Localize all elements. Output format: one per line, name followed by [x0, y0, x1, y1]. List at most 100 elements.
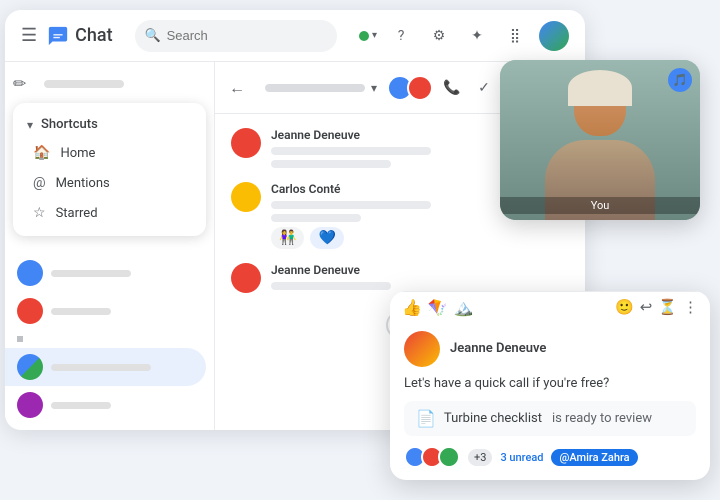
video-background: 🎵 You — [500, 60, 700, 220]
grid-button[interactable]: ⣿ — [501, 22, 529, 50]
sidebar-item-active[interactable] — [5, 348, 206, 386]
notification-sender-avatar — [404, 331, 440, 367]
msg-sender-2: Carlos Conté — [271, 182, 431, 196]
notification-avatar-group — [404, 446, 460, 468]
shortcut-item-mentions[interactable]: @ Mentions — [13, 168, 206, 198]
notification-header: Jeanne Deneuve — [404, 331, 696, 367]
emoji-kite[interactable]: 🪁 — [428, 298, 448, 317]
shortcuts-header[interactable]: ▾ Shortcuts — [13, 111, 206, 138]
sidebar-top-icon-area: ✏ — [5, 70, 214, 97]
notification-mention-badge[interactable]: @Amira Zahra — [551, 449, 637, 466]
home-icon: 🏠 — [33, 145, 50, 161]
search-area: 🔍 — [135, 20, 337, 52]
shortcut-item-home[interactable]: 🏠 Home — [13, 138, 206, 168]
msg-reactions: 👫 💙 — [271, 227, 431, 249]
msg-content-2: Carlos Conté 👫 💙 — [271, 182, 431, 249]
app-logo: Chat — [47, 25, 112, 47]
reaction-people-icon[interactable]: 👫 — [271, 227, 304, 249]
shortcut-mentions-label: Mentions — [56, 176, 110, 191]
content-user-name — [265, 84, 365, 92]
msg-avatar-1 — [231, 128, 261, 158]
msg-avatar-3 — [231, 263, 261, 293]
emoji-smiley-icon[interactable]: 🙂 — [615, 298, 634, 316]
message-group-3: Jeanne Deneuve — [231, 263, 569, 293]
star-icon: ☆ — [33, 205, 46, 221]
menu-icon[interactable]: ☰ — [21, 25, 37, 46]
compose-icon[interactable]: ✏ — [13, 74, 26, 93]
sidebar-item-3[interactable] — [5, 386, 206, 424]
shortcuts-label: Shortcuts — [41, 117, 98, 132]
status-dropdown[interactable]: ▾ — [359, 30, 377, 41]
header-icons: ▾ ? ⚙ ✦ ⣿ — [359, 21, 569, 51]
emoji-hourglass-icon[interactable]: ⏳ — [658, 298, 677, 316]
sidebar-item-name-active — [51, 364, 151, 371]
msg-content-3: Jeanne Deneuve — [271, 263, 391, 290]
notification-message: Let's have a quick call if you're free? — [404, 375, 696, 393]
file-doc-icon: 📄 — [416, 409, 436, 428]
msg-bubble-1b — [271, 160, 391, 168]
notification-card: 👍 🪁 🏔️ 🙂 ↩ ⏳ ⋮ Jeanne Deneuve Let's have… — [390, 291, 710, 480]
notification-sender-name: Jeanne Deneuve — [450, 341, 546, 356]
search-input[interactable] — [135, 20, 337, 52]
shortcut-home-label: Home — [60, 146, 95, 161]
msg-bubble-2 — [271, 201, 431, 209]
sidebar-avatar-1 — [17, 260, 43, 286]
notification-count-badge: +3 — [468, 449, 492, 466]
search-wrapper: 🔍 — [135, 20, 337, 52]
user-avatar-header[interactable] — [539, 21, 569, 51]
sidebar-avatar-active — [17, 354, 43, 380]
back-button[interactable]: ← — [229, 78, 245, 98]
status-dot — [359, 31, 369, 41]
search-icon: 🔍 — [145, 28, 161, 43]
participant-avatars — [387, 75, 433, 101]
check-icon[interactable]: ✓ — [471, 75, 497, 101]
header-bar: ☰ Chat 🔍 ▾ ? ⚙ ✦ ⣿ — [5, 10, 585, 62]
shortcuts-chevron-icon: ▾ — [27, 118, 33, 132]
emoji-toolbar: 👍 🪁 🏔️ 🙂 ↩ ⏳ ⋮ — [390, 291, 710, 323]
emoji-mountain[interactable]: 🏔️ — [454, 298, 474, 317]
content-header-chevron-icon: ▾ — [371, 81, 377, 95]
sidebar-item-name-2 — [51, 308, 111, 315]
msg-bubble-2b — [271, 214, 361, 222]
notification-file-label: Turbine checklist — [444, 411, 542, 426]
sidebar-item-2[interactable] — [5, 292, 206, 330]
sidebar-item-1[interactable] — [5, 254, 206, 292]
reaction-heart-icon[interactable]: 💙 — [310, 227, 343, 249]
notification-footer: +3 3 unread @Amira Zahra — [404, 446, 696, 468]
msg-sender-3: Jeanne Deneuve — [271, 263, 391, 277]
sidebar-avatar-3 — [17, 392, 43, 418]
video-mic-icon[interactable]: 🎵 — [668, 68, 692, 92]
emoji-undo-icon[interactable]: ↩ — [640, 298, 653, 316]
video-call-card: 🎵 You — [500, 60, 700, 220]
msg-bubble-1 — [271, 147, 431, 155]
mentions-icon: @ — [33, 175, 46, 191]
emoji-more-icon[interactable]: ⋮ — [683, 298, 698, 316]
notification-unread-badge: 3 unread — [500, 451, 543, 464]
sidebar-item-name-3 — [51, 402, 111, 409]
chat-logo-icon — [47, 25, 69, 47]
video-call-label: You — [500, 197, 700, 214]
content-user-name-bar: ▾ — [265, 81, 377, 95]
notification-body: Jeanne Deneuve Let's have a quick call i… — [390, 323, 710, 480]
add-button[interactable]: ✦ — [463, 22, 491, 50]
sidebar-dot-divider — [17, 336, 23, 342]
msg-avatar-2 — [231, 182, 261, 212]
app-title: Chat — [75, 25, 112, 46]
notification-file: 📄 Turbine checklist is ready to review — [404, 401, 696, 436]
msg-content-1: Jeanne Deneuve — [271, 128, 431, 168]
sidebar-avatar-2 — [17, 298, 43, 324]
msg-sender-1: Jeanne Deneuve — [271, 128, 431, 142]
sidebar: ✏ ▾ Shortcuts 🏠 Home @ Mentions ☆ — [5, 62, 215, 430]
notification-file-suffix: is ready to review — [552, 411, 652, 426]
msg-bubble-3 — [271, 282, 391, 290]
status-chevron: ▾ — [372, 30, 377, 41]
shortcut-item-starred[interactable]: ☆ Starred — [13, 198, 206, 228]
emoji-thumbsup[interactable]: 👍 — [402, 298, 422, 317]
shortcuts-panel: ▾ Shortcuts 🏠 Home @ Mentions ☆ Starred — [13, 103, 206, 236]
shortcut-starred-label: Starred — [56, 206, 98, 221]
sidebar-item-name-1 — [51, 270, 131, 277]
call-icon[interactable]: 📞 — [439, 75, 465, 101]
settings-button[interactable]: ⚙ — [425, 22, 453, 50]
sidebar-top-blur — [44, 80, 124, 88]
help-button[interactable]: ? — [387, 22, 415, 50]
